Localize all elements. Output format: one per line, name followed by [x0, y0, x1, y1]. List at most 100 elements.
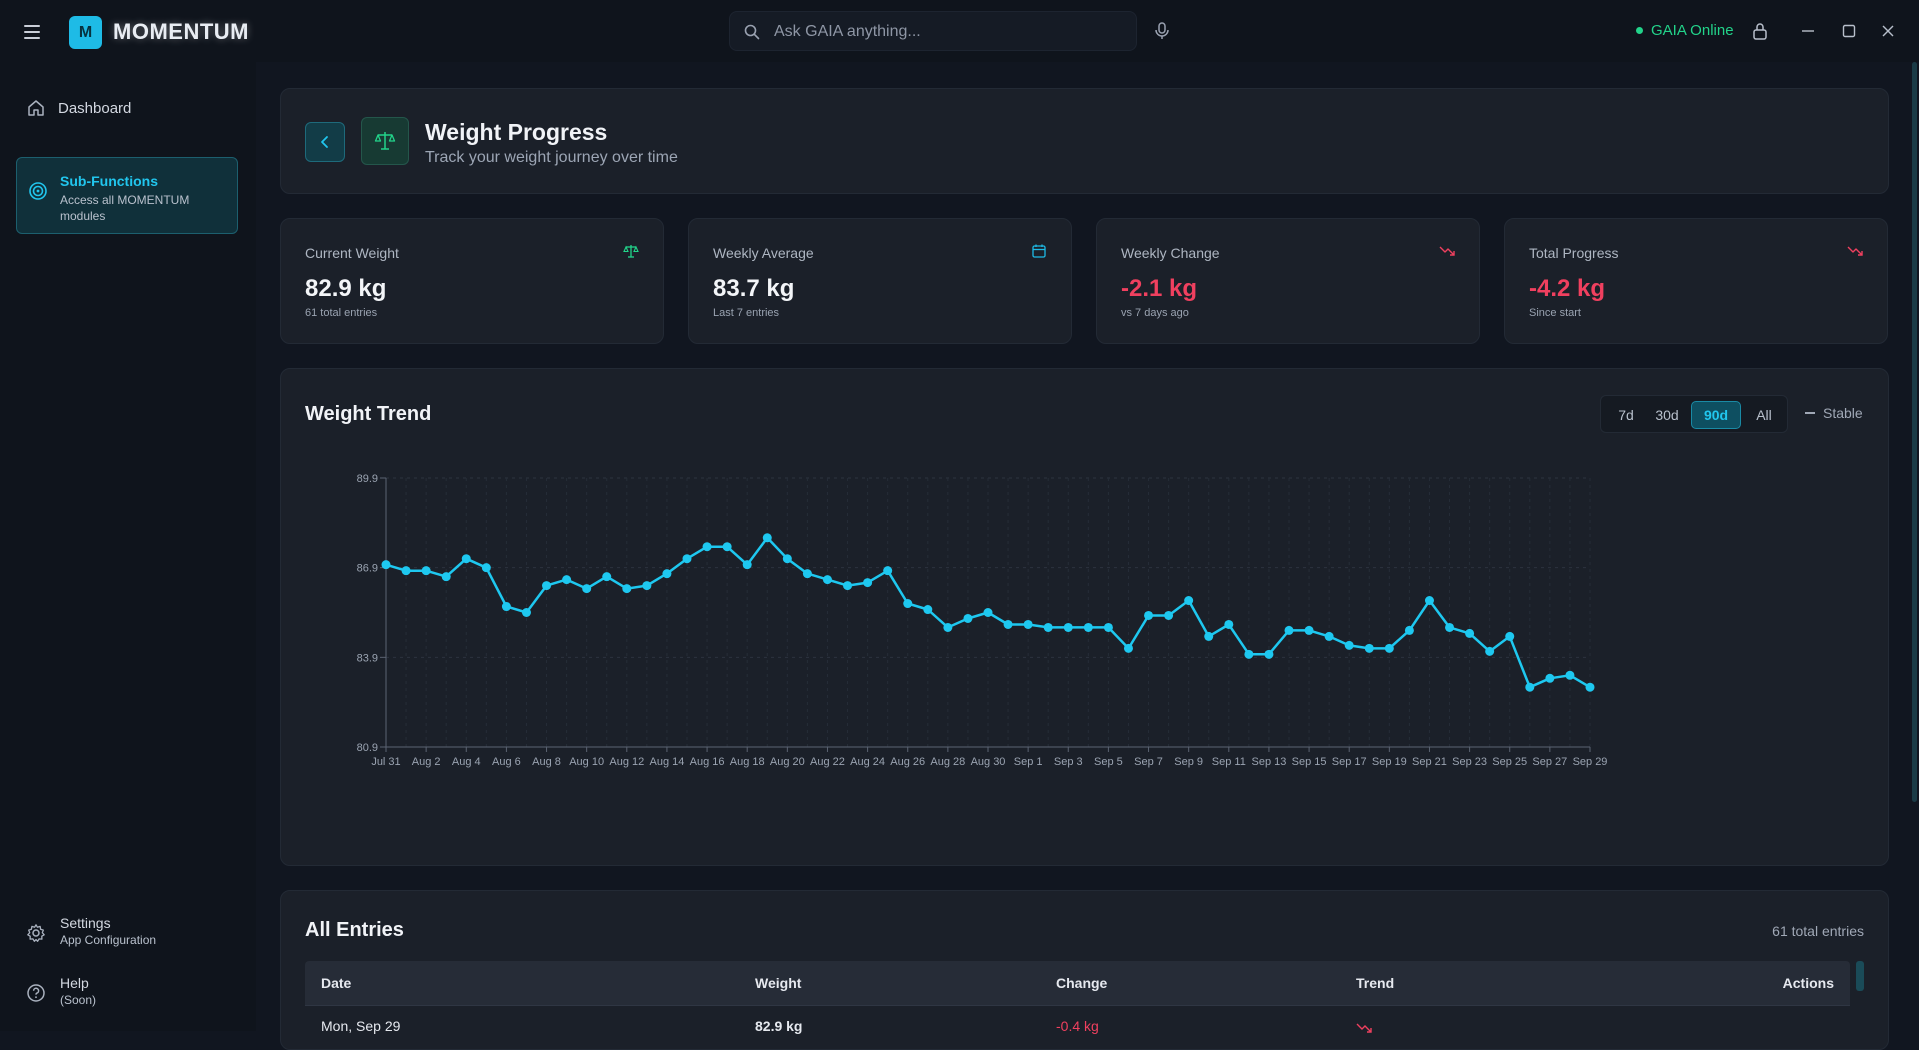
sidebar-item-label: Settings	[60, 915, 111, 931]
x-tick-label: Jul 31	[371, 756, 400, 768]
data-point[interactable]	[1244, 649, 1254, 659]
data-point[interactable]	[1284, 625, 1294, 635]
data-point[interactable]	[762, 533, 772, 543]
column-header-weight[interactable]: Weight	[755, 975, 801, 991]
sidebar-item-dashboard[interactable]: Dashboard	[16, 90, 238, 126]
data-point[interactable]	[963, 613, 973, 623]
data-point[interactable]	[401, 566, 411, 576]
sidebar-item-settings[interactable]: Settings App Configuration	[16, 913, 238, 957]
data-point[interactable]	[1465, 628, 1475, 638]
data-point[interactable]	[1023, 619, 1033, 629]
data-point[interactable]	[421, 566, 431, 576]
data-point[interactable]	[1083, 622, 1093, 632]
data-point[interactable]	[1264, 649, 1274, 659]
data-point[interactable]	[1123, 643, 1133, 653]
data-point[interactable]	[562, 575, 572, 585]
stat-label: Weekly Average	[713, 245, 814, 261]
x-tick-label: Sep 19	[1372, 756, 1407, 768]
data-point[interactable]	[722, 542, 732, 552]
data-point[interactable]	[1525, 682, 1535, 692]
data-point[interactable]	[1404, 625, 1414, 635]
data-point[interactable]	[843, 581, 853, 591]
column-header-date[interactable]: Date	[321, 975, 351, 991]
data-point[interactable]	[381, 560, 391, 570]
search-bar[interactable]	[729, 11, 1137, 52]
data-point[interactable]	[461, 554, 471, 564]
microphone-icon[interactable]	[1153, 21, 1171, 41]
data-point[interactable]	[802, 569, 812, 579]
data-point[interactable]	[441, 572, 451, 582]
stat-card-weekly-average: Weekly Average 83.7 kg Last 7 entries	[688, 218, 1072, 344]
search-input[interactable]	[772, 12, 1126, 52]
trending-down-icon	[1439, 246, 1455, 256]
close-icon[interactable]	[1877, 20, 1899, 42]
data-point[interactable]	[1364, 643, 1374, 653]
data-point[interactable]	[1384, 643, 1394, 653]
back-button[interactable]	[305, 122, 345, 162]
data-point[interactable]	[642, 581, 652, 591]
data-point[interactable]	[662, 569, 672, 579]
scale-icon	[361, 117, 409, 165]
column-header-trend[interactable]: Trend	[1356, 975, 1394, 991]
data-point[interactable]	[481, 563, 491, 573]
table-scrollbar[interactable]	[1856, 961, 1864, 991]
data-point[interactable]	[883, 566, 893, 576]
data-point[interactable]	[1103, 622, 1113, 632]
stat-card-total-progress: Total Progress -4.2 kg Since start	[1504, 218, 1888, 344]
data-point[interactable]	[1324, 631, 1334, 641]
data-point[interactable]	[1204, 631, 1214, 641]
data-point[interactable]	[1445, 622, 1455, 632]
data-point[interactable]	[1505, 631, 1515, 641]
data-point[interactable]	[822, 575, 832, 585]
stat-subtext: 61 total entries	[305, 307, 378, 319]
maximize-icon[interactable]	[1838, 20, 1860, 42]
x-tick-label: Aug 20	[770, 756, 805, 768]
data-point[interactable]	[1545, 673, 1555, 683]
data-point[interactable]	[1043, 622, 1053, 632]
data-point[interactable]	[782, 554, 792, 564]
data-point[interactable]	[542, 581, 552, 591]
data-point[interactable]	[1184, 596, 1194, 606]
lock-icon[interactable]	[1749, 20, 1771, 42]
x-tick-label: Sep 23	[1452, 756, 1487, 768]
data-point[interactable]	[1565, 670, 1575, 680]
data-point[interactable]	[622, 584, 632, 594]
sidebar: Dashboard Sub-Functions Access all MOMEN…	[0, 62, 256, 1031]
sidebar-item-sub-functions[interactable]: Sub-Functions Access all MOMENTUM module…	[16, 157, 238, 234]
data-point[interactable]	[742, 560, 752, 570]
data-point[interactable]	[1304, 625, 1314, 635]
data-point[interactable]	[1003, 619, 1013, 629]
data-point[interactable]	[1224, 619, 1234, 629]
column-header-change[interactable]: Change	[1056, 975, 1107, 991]
sidebar-item-desc: (Soon)	[60, 993, 97, 1007]
page-subtitle: Track your weight journey over time	[425, 149, 678, 166]
data-point[interactable]	[983, 608, 993, 617]
data-point[interactable]	[501, 602, 511, 612]
data-point[interactable]	[1344, 640, 1354, 650]
data-point[interactable]	[1063, 622, 1073, 632]
main-scrollbar[interactable]	[1912, 62, 1917, 802]
minimize-icon[interactable]	[1797, 20, 1819, 42]
stat-subtext: Last 7 entries	[713, 307, 780, 319]
target-icon	[29, 182, 47, 200]
data-point[interactable]	[1585, 682, 1595, 692]
data-point[interactable]	[1424, 596, 1434, 606]
data-point[interactable]	[943, 622, 953, 632]
sidebar-item-help[interactable]: Help (Soon)	[16, 973, 238, 1017]
data-point[interactable]	[1485, 646, 1495, 656]
data-point[interactable]	[702, 542, 712, 552]
stat-value: -2.1 kg	[1121, 275, 1198, 302]
menu-icon[interactable]	[20, 20, 44, 44]
data-point[interactable]	[903, 599, 913, 609]
data-point[interactable]	[521, 608, 531, 617]
data-point[interactable]	[582, 584, 592, 594]
x-tick-label: Sep 25	[1492, 756, 1527, 768]
data-point[interactable]	[1144, 610, 1154, 620]
cell-weight: 82.9 kg	[755, 1018, 803, 1034]
data-point[interactable]	[602, 572, 612, 582]
data-point[interactable]	[1164, 610, 1174, 620]
table-row[interactable]: Mon, Sep 29 82.9 kg -0.4 kg	[305, 1005, 1850, 1046]
data-point[interactable]	[682, 554, 692, 564]
data-point[interactable]	[863, 578, 873, 588]
data-point[interactable]	[923, 605, 933, 615]
